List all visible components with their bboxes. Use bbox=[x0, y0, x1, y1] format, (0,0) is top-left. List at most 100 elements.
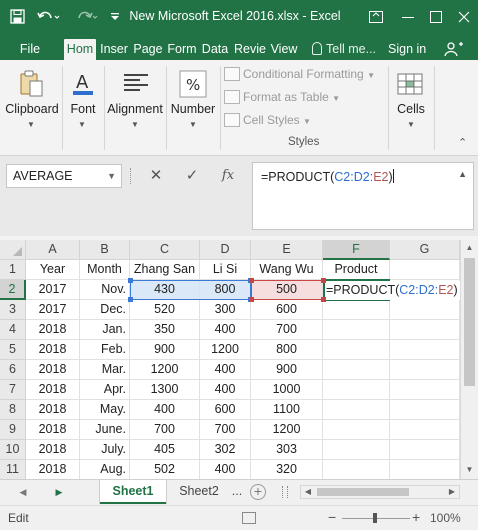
cell-g3[interactable] bbox=[390, 300, 460, 320]
tab-insert[interactable]: Inser bbox=[98, 39, 130, 60]
cell-d11[interactable]: 400 bbox=[200, 460, 251, 479]
cell-f10[interactable] bbox=[323, 440, 390, 460]
cell-d9[interactable]: 700 bbox=[200, 420, 251, 440]
tab-view[interactable]: View bbox=[268, 39, 300, 60]
name-box[interactable]: AVERAGE ▼ bbox=[6, 164, 122, 188]
cell-e10[interactable]: 303 bbox=[251, 440, 323, 460]
cell-g11[interactable] bbox=[390, 460, 460, 479]
vertical-scrollbar[interactable]: ▲ ▼ bbox=[460, 240, 478, 479]
cell-c1[interactable]: Zhang San bbox=[130, 260, 200, 280]
cell-g10[interactable] bbox=[390, 440, 460, 460]
cell-f7[interactable] bbox=[323, 380, 390, 400]
horizontal-scroll-thumb[interactable] bbox=[317, 488, 409, 496]
cell-f9[interactable] bbox=[323, 420, 390, 440]
cell-d8[interactable]: 600 bbox=[200, 400, 251, 420]
cell-b2[interactable]: Nov. bbox=[80, 280, 130, 300]
tab-page-layout[interactable]: Page bbox=[132, 39, 164, 60]
row-header-5[interactable]: 5 bbox=[0, 340, 26, 360]
range-resize-handle[interactable] bbox=[128, 297, 133, 302]
cell-c6[interactable]: 1200 bbox=[130, 360, 200, 380]
more-sheets[interactable]: ... bbox=[228, 480, 246, 504]
row-header-1[interactable]: 1 bbox=[0, 260, 26, 280]
scroll-down-icon[interactable]: ▼ bbox=[461, 462, 478, 478]
cell-a2[interactable]: 2017 bbox=[26, 280, 80, 300]
redo-icon[interactable] bbox=[72, 6, 100, 28]
cell-c3[interactable]: 520 bbox=[130, 300, 200, 320]
cell-a11[interactable]: 2018 bbox=[26, 460, 80, 479]
sheet-tab-sheet1[interactable]: Sheet1 bbox=[100, 480, 166, 504]
cell-e3[interactable]: 600 bbox=[251, 300, 323, 320]
cell-a1[interactable]: Year bbox=[26, 260, 80, 280]
cell-a8[interactable]: 2018 bbox=[26, 400, 80, 420]
range-resize-handle[interactable] bbox=[321, 278, 326, 283]
sheet-tab-sheet2[interactable]: Sheet2 bbox=[170, 480, 228, 504]
cell-a3[interactable]: 2017 bbox=[26, 300, 80, 320]
prev-sheet-icon[interactable]: ◀ bbox=[16, 484, 30, 500]
paste-icon[interactable] bbox=[15, 68, 47, 100]
tab-home[interactable]: Hom bbox=[64, 39, 96, 60]
cells-group[interactable]: Cells ▼ bbox=[392, 64, 430, 152]
column-header-d[interactable]: D bbox=[200, 240, 251, 260]
cell-b11[interactable]: Aug. bbox=[80, 460, 130, 479]
column-header-f[interactable]: F bbox=[323, 240, 390, 260]
cell-d6[interactable]: 400 bbox=[200, 360, 251, 380]
column-header-a[interactable]: A bbox=[26, 240, 80, 260]
cell-b4[interactable]: Jan. bbox=[80, 320, 130, 340]
scroll-right-icon[interactable]: ▶ bbox=[445, 486, 459, 498]
cell-b8[interactable]: May. bbox=[80, 400, 130, 420]
cell-f3[interactable] bbox=[323, 300, 390, 320]
next-sheet-icon[interactable]: ▶ bbox=[52, 484, 66, 500]
cell-c10[interactable]: 405 bbox=[130, 440, 200, 460]
tell-me-box[interactable]: Tell me... bbox=[312, 39, 376, 60]
share-icon[interactable] bbox=[444, 39, 464, 60]
cell-g6[interactable] bbox=[390, 360, 460, 380]
row-header-8[interactable]: 8 bbox=[0, 400, 26, 420]
column-header-g[interactable]: G bbox=[390, 240, 460, 260]
cell-e8[interactable]: 1100 bbox=[251, 400, 323, 420]
tab-data[interactable]: Data bbox=[200, 39, 230, 60]
range-resize-handle[interactable] bbox=[249, 278, 254, 283]
range-resize-handle[interactable] bbox=[128, 278, 133, 283]
cell-g4[interactable] bbox=[390, 320, 460, 340]
maximize-icon[interactable] bbox=[424, 6, 448, 28]
cell-c8[interactable]: 400 bbox=[130, 400, 200, 420]
row-header-10[interactable]: 10 bbox=[0, 440, 26, 460]
range-resize-handle[interactable] bbox=[249, 297, 254, 302]
column-header-e[interactable]: E bbox=[251, 240, 323, 260]
cell-c11[interactable]: 502 bbox=[130, 460, 200, 479]
collapse-ribbon-icon[interactable]: ⌃ bbox=[458, 136, 467, 149]
cell-d7[interactable]: 400 bbox=[200, 380, 251, 400]
cell-g7[interactable] bbox=[390, 380, 460, 400]
cell-c5[interactable]: 900 bbox=[130, 340, 200, 360]
tab-file[interactable]: File bbox=[12, 39, 48, 60]
cell-f5[interactable] bbox=[323, 340, 390, 360]
cell-c7[interactable]: 1300 bbox=[130, 380, 200, 400]
cell-b1[interactable]: Month bbox=[80, 260, 130, 280]
number-group[interactable]: % Number ▼ bbox=[168, 64, 218, 152]
cell-b10[interactable]: July. bbox=[80, 440, 130, 460]
tab-review[interactable]: Revie bbox=[234, 39, 266, 60]
cell-b5[interactable]: Feb. bbox=[80, 340, 130, 360]
cell-a10[interactable]: 2018 bbox=[26, 440, 80, 460]
cell-c4[interactable]: 350 bbox=[130, 320, 200, 340]
cell-e7[interactable]: 1000 bbox=[251, 380, 323, 400]
font-group[interactable]: A Font ▼ bbox=[64, 64, 100, 152]
save-icon[interactable] bbox=[8, 6, 26, 28]
scroll-up-icon[interactable]: ▲ bbox=[461, 240, 478, 256]
cell-d5[interactable]: 1200 bbox=[200, 340, 251, 360]
row-header-3[interactable]: 3 bbox=[0, 300, 26, 320]
select-all-corner[interactable] bbox=[0, 240, 26, 260]
cell-d1[interactable]: Li Si bbox=[200, 260, 251, 280]
add-sheet-icon[interactable]: + bbox=[250, 484, 266, 500]
row-header-11[interactable]: 11 bbox=[0, 460, 26, 479]
close-icon[interactable] bbox=[452, 6, 476, 28]
align-icon[interactable] bbox=[120, 68, 152, 100]
conditional-formatting-button[interactable]: Conditional Formatting ▼ bbox=[224, 64, 375, 84]
cell-g9[interactable] bbox=[390, 420, 460, 440]
spreadsheet-grid[interactable]: A B C D E F G 1 Year Month Zhang San Li Si Wang Wu Pr… bbox=[0, 240, 460, 479]
enter-icon[interactable]: ✓ bbox=[180, 164, 204, 188]
cell-e5[interactable]: 800 bbox=[251, 340, 323, 360]
formula-input[interactable]: =PRODUCT(C2:D2:E2) ▲ bbox=[252, 162, 474, 230]
row-header-7[interactable]: 7 bbox=[0, 380, 26, 400]
range-resize-handle[interactable] bbox=[321, 297, 326, 302]
